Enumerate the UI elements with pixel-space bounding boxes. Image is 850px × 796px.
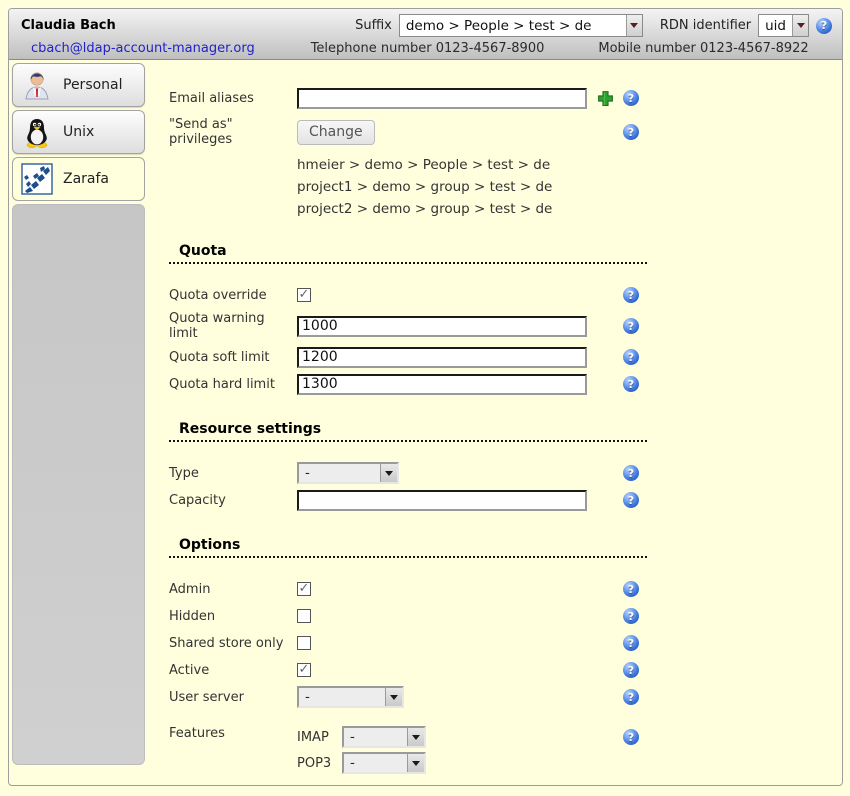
help-icon[interactable]: ? (623, 492, 639, 508)
user-icon (21, 69, 53, 101)
tab-zarafa[interactable]: Zarafa (12, 157, 145, 201)
help-icon[interactable]: ? (623, 376, 639, 392)
quota-warning-input[interactable] (297, 316, 587, 337)
pop3-select-value: - (344, 755, 407, 771)
imap-select-value: - (344, 729, 407, 745)
zarafa-icon (21, 163, 53, 195)
help-icon[interactable]: ? (623, 124, 639, 140)
chevron-down-icon (407, 728, 424, 746)
type-label: Type (169, 466, 297, 481)
telephone-number: Telephone number 0123-4567-8900 (311, 41, 545, 56)
active-label: Active (169, 663, 297, 678)
type-select[interactable]: - (297, 462, 399, 484)
quota-warning-label: Quota warning limit (169, 311, 297, 341)
quota-override-label: Quota override (169, 288, 297, 303)
tux-icon (21, 116, 53, 148)
options-section-title: Options (169, 537, 647, 558)
shared-store-only-label: Shared store only (169, 636, 297, 651)
send-as-entry: project1 > demo > group > test > de (297, 179, 639, 195)
account-name: Claudia Bach (19, 18, 116, 33)
help-icon[interactable]: ? (623, 581, 639, 597)
help-icon[interactable]: ? (623, 608, 639, 624)
imap-select[interactable]: - (342, 726, 426, 748)
chevron-down-icon (385, 688, 402, 706)
pop3-select[interactable]: - (342, 752, 426, 774)
capacity-input[interactable] (297, 490, 587, 511)
resource-section-title: Resource settings (169, 421, 647, 442)
send-as-change-button[interactable]: Change (297, 120, 375, 145)
quota-hard-input[interactable] (297, 374, 587, 395)
tab-label: Personal (63, 77, 123, 93)
send-as-entry: project2 > demo > group > test > de (297, 201, 639, 217)
chevron-down-icon (626, 15, 642, 36)
admin-checkbox[interactable]: ✓ (297, 582, 311, 596)
quota-soft-input[interactable] (297, 347, 587, 368)
add-icon[interactable] (597, 90, 614, 107)
module-tab-bar: Personal Unix (11, 63, 149, 765)
send-as-entry: hmeier > demo > People > test > de (297, 157, 639, 173)
rdn-identifier-select[interactable]: uid (758, 14, 809, 37)
help-icon[interactable]: ? (623, 662, 639, 678)
suffix-select[interactable]: demo > People > test > de (399, 14, 643, 37)
chevron-down-icon (407, 754, 424, 772)
admin-label: Admin (169, 582, 297, 597)
tab-unix[interactable]: Unix (12, 110, 145, 154)
hidden-label: Hidden (169, 609, 297, 624)
quota-soft-label: Quota soft limit (169, 350, 297, 365)
rdn-identifier-value: uid (759, 18, 792, 34)
type-select-value: - (299, 465, 380, 481)
suffix-select-value: demo > People > test > de (400, 18, 626, 34)
account-header: Claudia Bach Suffix demo > People > test… (9, 9, 842, 60)
tab-label: Unix (63, 124, 94, 140)
rdn-identifier-label: RDN identifier (660, 18, 751, 33)
tab-personal[interactable]: Personal (12, 63, 145, 107)
help-icon[interactable]: ? (623, 635, 639, 651)
capacity-label: Capacity (169, 493, 297, 508)
imap-label: IMAP (297, 730, 342, 745)
user-server-select[interactable]: - (297, 686, 404, 708)
send-as-label: "Send as" privileges (169, 117, 297, 147)
account-email-link[interactable]: cbach@ldap-account-manager.org (31, 41, 255, 56)
help-icon[interactable]: ? (623, 287, 639, 303)
pop3-label: POP3 (297, 756, 342, 771)
tab-label: Zarafa (63, 171, 109, 187)
email-aliases-label: Email aliases (169, 91, 297, 106)
hidden-checkbox[interactable]: ✓ (297, 609, 311, 623)
user-server-select-value: - (299, 689, 385, 705)
sidebar-panel (12, 204, 145, 765)
quota-override-checkbox[interactable]: ✓ (297, 288, 311, 302)
account-edit-window: Claudia Bach Suffix demo > People > test… (8, 8, 843, 786)
help-icon[interactable]: ? (623, 729, 639, 745)
help-icon[interactable]: ? (623, 90, 639, 106)
active-checkbox[interactable]: ✓ (297, 663, 311, 677)
email-aliases-input[interactable] (297, 88, 587, 109)
help-icon[interactable]: ? (623, 465, 639, 481)
zarafa-settings-form: Email aliases ? "Send as" privileges Cha… (151, 61, 836, 786)
help-icon[interactable]: ? (623, 689, 639, 705)
suffix-label: Suffix (355, 18, 392, 33)
shared-store-only-checkbox[interactable]: ✓ (297, 636, 311, 650)
mobile-number: Mobile number 0123-4567-8922 (598, 41, 808, 56)
help-icon[interactable]: ? (623, 318, 639, 334)
chevron-down-icon (792, 15, 808, 36)
send-as-entries: hmeier > demo > People > test > de proje… (297, 157, 639, 217)
user-server-label: User server (169, 690, 297, 705)
chevron-down-icon (380, 464, 397, 482)
quota-section-title: Quota (169, 243, 647, 264)
features-label: Features (169, 726, 297, 741)
quota-hard-label: Quota hard limit (169, 377, 297, 392)
help-icon[interactable]: ? (623, 349, 639, 365)
help-icon[interactable]: ? (816, 18, 832, 34)
